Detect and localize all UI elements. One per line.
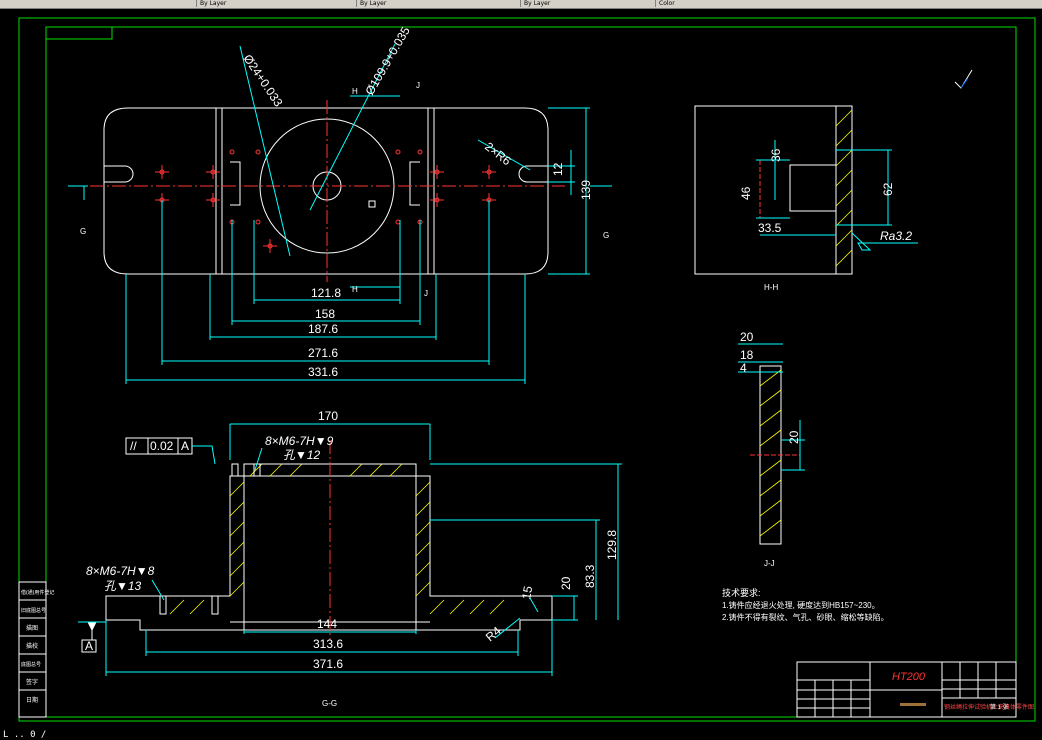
tol-datum: A <box>181 439 189 453</box>
dim-331-6: 331.6 <box>308 365 338 379</box>
tol-symbol: // <box>130 439 137 453</box>
dim-139: 139 <box>579 180 593 200</box>
title-block: HT200 钢丝绳拉伸试验机上夹具体零件图 第 1 张 <box>796 661 1034 718</box>
section-mark-g: G <box>603 231 609 240</box>
left-strip-table: 借(通)用件登记 旧底图总号 描图 描校 底图总号 签字 日期 <box>18 581 54 718</box>
notes-line-2: 2.铸件不得有裂纹、气孔、砂眼、缩松等缺陷。 <box>722 612 889 622</box>
section-mark-j: J <box>416 81 420 90</box>
dim-12: 12 <box>551 162 565 176</box>
section-mark-h: H <box>352 87 358 96</box>
section-outline <box>105 463 553 631</box>
strip-label: 旧底图总号 <box>21 607 46 614</box>
roughness-label: Ra3.2 <box>880 229 912 243</box>
dim-slot-radius: 2×R6 <box>482 139 514 168</box>
dim-158: 158 <box>315 307 335 321</box>
view-label-j: J-J <box>764 559 775 568</box>
dim-187-6: 187.6 <box>308 322 338 336</box>
dim-20: 20 <box>559 576 573 590</box>
section-mark-h: H <box>352 285 358 294</box>
strip-label: 描图 <box>26 624 38 632</box>
dim-36: 36 <box>769 148 783 162</box>
view-label-g: G-G <box>322 699 337 708</box>
dim-dia24: Ø24+0.033 <box>241 52 286 110</box>
front-section-view: 170 // 0.02 A 8×M6-7H▼9 孔▼12 8×M6-7H▼8 孔… <box>78 409 622 708</box>
notes-line-1: 1.铸件应经退火处理, 硬度达到HB157~230。 <box>722 600 880 610</box>
command-line[interactable]: L .. 0 / <box>0 730 1042 740</box>
dim-144: 144 <box>317 617 337 631</box>
thread-left: 8×M6-7H▼8 <box>86 564 155 578</box>
tol-value: 0.02 <box>150 439 174 453</box>
dim-33-5: 33.5 <box>758 221 782 235</box>
dim-129-8: 129.8 <box>605 530 619 560</box>
material-label: HT200 <box>892 671 926 683</box>
dim-46: 46 <box>739 186 753 200</box>
dim-371-6: 371.6 <box>313 657 343 671</box>
general-roughness-symbol <box>954 69 973 89</box>
dim-170: 170 <box>318 409 338 423</box>
thread-top: 8×M6-7H▼9 <box>265 434 334 448</box>
dim-j-4: 4 <box>740 361 747 375</box>
view-label-h: H-H <box>764 283 778 292</box>
strip-label: 日期 <box>26 696 38 704</box>
dim-r15: 15 <box>519 585 535 601</box>
drawing-canvas[interactable]: 借(通)用件登记 旧底图总号 描图 描校 底图总号 签字 日期 Ø24+0.03… <box>0 8 1042 731</box>
dim-62: 62 <box>881 182 895 196</box>
layer-dropdown[interactable]: By Layer <box>196 0 350 7</box>
strip-label: 借(通)用件登记 <box>21 589 54 596</box>
dim-83-3: 83.3 <box>583 564 597 588</box>
linetype-dropdown[interactable]: By Layer <box>356 0 520 7</box>
dim-dia109: Ø109.9+0.035 <box>362 24 412 97</box>
drawing-title: 钢丝绳拉伸试验机上夹具体零件图 <box>944 703 1034 711</box>
technical-notes: 技术要求: 1.铸件应经退火处理, 硬度达到HB157~230。 2.铸件不得有… <box>722 587 889 622</box>
right-slot <box>518 165 548 183</box>
sheet-number: 第 1 张 <box>990 703 1009 711</box>
dim-j-18: 18 <box>740 348 754 362</box>
section-view-j: 20 18 4 20 J-J <box>738 330 805 568</box>
strip-label: 描校 <box>26 642 38 650</box>
dim-r4: R4 <box>483 624 504 645</box>
hole-left: 孔▼13 <box>104 579 142 593</box>
hole-top: 孔▼12 <box>283 448 321 462</box>
section-mark-j: J <box>424 289 428 298</box>
strip-label: 签字 <box>26 678 38 686</box>
dim-j-20: 20 <box>740 330 754 344</box>
lineweight-dropdown[interactable]: By Layer <box>520 0 654 7</box>
side-view-h: 36 46 62 33.5 Ra3.2 H-H <box>694 105 918 292</box>
datum-a-label: A <box>85 639 93 653</box>
left-slot <box>104 165 134 183</box>
top-left-label-box <box>45 26 113 40</box>
section-mark-g: G <box>80 227 86 236</box>
strip-label: 底图总号 <box>21 661 41 668</box>
side-boss <box>789 164 837 212</box>
notes-heading: 技术要求: <box>722 587 761 598</box>
top-view-outline <box>103 107 549 275</box>
top-view: Ø24+0.033 Ø109.9+0.035 2×R6 139 12 G G H… <box>68 24 612 384</box>
dim-121-8: 121.8 <box>311 286 341 300</box>
hole-markers <box>155 149 496 253</box>
dim-j-20b: 20 <box>787 430 801 444</box>
dim-313-6: 313.6 <box>313 637 343 651</box>
dim-271-6: 271.6 <box>308 346 338 360</box>
color-dropdown[interactable]: Color <box>655 0 779 7</box>
